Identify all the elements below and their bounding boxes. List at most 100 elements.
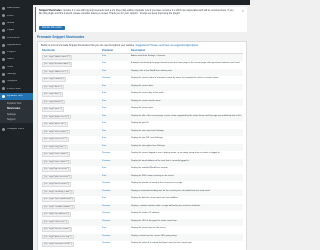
shortcode-code[interactable]: [sc tag="user-email"] [42,159,72,165]
shortcode-code[interactable]: [sc tag="custom-field"] [42,242,74,247]
premium-cell: Free [101,98,130,107]
shortcode-code[interactable]: [sc tag="wp-version"] [42,167,72,172]
shortcode-code[interactable]: [sc tag="page-title"] [42,114,72,120]
description-cell: Display the URL of the page the visitor … [130,218,243,227]
shortcode-code[interactable]: [sc tag="breadcrumbs"] [42,62,73,67]
shortcode-cell: [sc tag="php-version"] [41,173,101,182]
sidebar-item-plugins[interactable]: Plugins [0,49,33,56]
sidebar-item-label: Posts [7,14,14,17]
shortcode-code[interactable]: [sc tag="last-modified"] [42,197,75,202]
premium-cell: Free [101,91,130,99]
text-icon [2,94,5,98]
description-cell: Display the current month name. [130,98,243,107]
shortcode-code[interactable]: [sc tag="random-number"] [42,204,75,210]
table-row: [sc tag="php-version"] Free Display the PH… [41,173,243,182]
table-row: [sc tag="user-name"] Premium Display the c… [41,151,243,159]
table-row: [sc tag="page-title"] Free Display the tit… [41,113,243,122]
sidebar-item-label: Comments [7,36,20,39]
description-cell: Display the value of a custom field (pos… [131,242,193,244]
description-cell: Display the date the current post was la… [131,197,179,199]
submenu-item-support[interactable]: Support [0,117,33,122]
shortcode-cell: [sc tag="last-modified"] [41,196,101,204]
sidebar-item-comments[interactable]: Comments [0,34,33,41]
shortcode-code[interactable]: [sc tag="php-version"] [42,174,73,180]
table-row: [sc tag="last-modified"] Free Display the … [41,196,243,204]
close-icon[interactable]: × [241,9,245,13]
shortcode-cell: [sc tag="user-name"] [41,151,101,159]
shortcode-code[interactable]: [sc tag="ip-address"] [42,212,72,217]
collapse-icon [2,127,5,131]
pushpin-icon [2,14,5,18]
shortcode-code[interactable]: [sc tag="admin-email"] [42,55,73,60]
premium-label: Free [102,84,107,87]
shortcode-code[interactable]: [sc tag="site-url"] [42,137,69,142]
description-cell: Display the visitor's IP address. [131,212,160,214]
premium-cell: Free [101,143,130,152]
table-row: [sc tag="user-email"] Premium Display the … [41,158,243,167]
table-row: [sc tag="query-string"] Premium Display a … [41,233,243,242]
shortcode-code[interactable]: [sc tag="word-count"] [42,182,72,187]
sidebar-item-pages[interactable]: Pages [0,27,33,34]
premium-cell: Free [101,136,130,144]
sidebar-item-tools[interactable]: Tools [0,63,33,70]
shortcode-code[interactable]: [sc tag="date"] [42,84,65,90]
description-cell: Display a value from the current URL que… [130,233,243,242]
shortcode-code[interactable]: [sc tag="referrer"] [42,219,69,225]
premium-cell: Free [101,173,130,182]
collapse-menu-button[interactable]: Collapse menu [0,125,33,132]
notice-body: Version 4.x now with big improvements an… [39,9,234,16]
premium-label: Free [102,144,107,147]
shortcode-code[interactable]: [sc tag="post-id"] [42,122,68,127]
description-cell: Display the installed WordPress version. [131,167,169,169]
sidebar-item-pretty-links[interactable]: Pretty Links [0,85,33,92]
wrench-icon [2,65,5,69]
sidebar-item-settings[interactable]: Settings [0,71,33,78]
description-cell: Display the number of words in the curre… [131,182,183,184]
sidebar-item-appearance[interactable]: Appearance [0,41,33,48]
dismiss-notice-button[interactable]: Dismiss this notice [39,26,65,31]
shortcode-code[interactable]: [sc tag="query-string"] [42,234,74,240]
description-cell: Display the PHP version running on the s… [130,173,243,182]
shortcode-code[interactable]: [sc tag="admin-url"] [42,69,71,75]
shortcode-cell: [sc tag="month"] [41,98,101,107]
shortcode-code[interactable]: [sc tag="reading-time"] [42,189,74,195]
users-icon [2,58,5,62]
sidebar-item-users[interactable]: Users [0,56,33,63]
shortcode-code[interactable]: [sc tag="cookie"] [42,77,67,82]
shortcode-cell: [sc tag="day"] [41,91,101,99]
shortcode-code[interactable]: [sc tag="site-name"] [42,129,71,135]
shortcode-code[interactable]: [sc tag="month"] [42,99,66,105]
shortcode-cell: [sc tag="wp-version"] [41,166,101,174]
shortcode-code[interactable]: [sc tag="year"] [42,107,65,112]
premium-cell: Premium [101,233,130,242]
sidebar-item-label: Settings [7,73,17,76]
description-cell: Display the site name from Settings. [130,128,243,137]
sidebar-item-label: Dashboard [7,7,20,10]
table-row: [sc tag="ip-address"] Premium Display the … [41,211,243,219]
table-row: [sc tag="random-number"] Premium Display a… [41,203,243,212]
shortcode-code[interactable]: [sc tag="server-time"] [42,227,73,232]
sidebar-item-media[interactable]: Media [0,20,33,27]
table-row: [sc tag="cookie"] Premium Display the curr… [41,76,243,84]
description-cell: Display the title of the current page or… [130,113,243,122]
sidebar-item-snippets[interactable]: Snippets [0,78,33,85]
sidebar-item-dashboard[interactable]: Dashboard [0,5,33,12]
sidebar-item-dynamic-text[interactable]: Dynamic Text [0,92,33,100]
shortcode-code[interactable]: [sc tag="user-name"] [42,152,71,157]
shortcode-code[interactable]: [sc tag="tagline"] [42,144,68,150]
shortcode-cell: [sc tag="custom-field"] [41,241,101,249]
brush-icon [2,43,5,47]
sidebar-item-posts[interactable]: Posts [0,12,33,19]
admin-notice: Snippet Shortcodes: Version 4.x now with… [35,7,247,32]
premium-cell: Free [101,68,130,77]
table-row: [sc tag="admin-url"] Free Display a link t… [41,68,243,77]
table-row: [sc tag="year"] Free Display the current y… [41,106,243,114]
premium-label: Premium [102,152,111,154]
premium-label: Premium [102,182,111,184]
shortcode-code[interactable]: [sc tag="day"] [42,92,63,97]
premium-cell: Free [101,83,130,92]
premium-cell: Free [101,106,130,114]
premium-cell: Premium [101,188,130,197]
intro-text: Below is a list of premade Snippet Short… [41,44,243,47]
suggestions-link[interactable]: Suggestions? Please send them via sugges… [136,44,199,47]
